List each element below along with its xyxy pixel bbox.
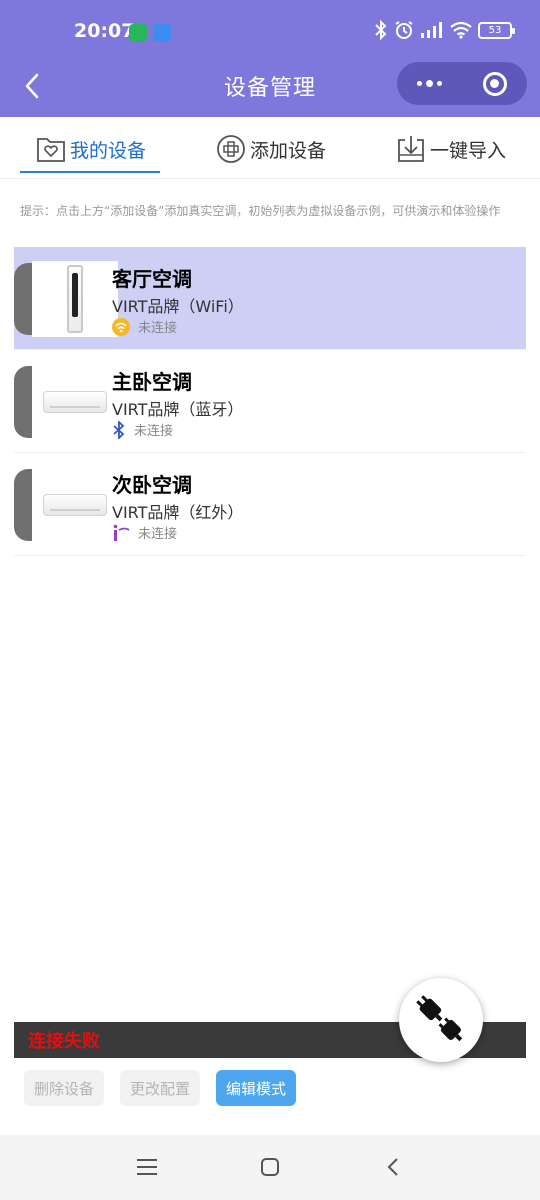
hint-text: 提示：点击上方“添加设备”添加真实空调，初始列表为虚拟设备示例，可供演示和体验操… <box>20 204 501 218</box>
connect-fab-button[interactable] <box>399 978 483 1062</box>
alarm-icon <box>395 21 413 39</box>
action-buttons: 删除设备 更改配置 编辑模式 <box>24 1070 297 1106</box>
wall-ac-image <box>43 391 107 413</box>
device-brand: VIRT品牌（红外） <box>112 503 244 522</box>
more-dot-icon <box>437 81 442 86</box>
drag-handle[interactable] <box>14 263 32 335</box>
status-bar: 20:07 53 <box>0 0 540 62</box>
wifi-icon <box>450 21 472 39</box>
change-config-button[interactable]: 更改配置 <box>120 1070 201 1106</box>
tab-add-device[interactable]: 添加设备 <box>216 129 326 169</box>
drag-handle[interactable] <box>14 469 32 541</box>
connection-status: 未连接 <box>134 424 174 439</box>
wifi-badge-icon <box>112 317 130 336</box>
connection-status: 未连接 <box>138 527 178 542</box>
device-name: 次卧空调 <box>112 473 192 497</box>
tab-import[interactable]: 一键导入 <box>396 129 506 169</box>
tab-my-devices[interactable]: 我的设备 <box>36 129 146 169</box>
battery-level: 53 <box>488 24 502 36</box>
menu-button[interactable] <box>131 1151 163 1183</box>
wall-ac-image <box>43 494 107 516</box>
device-card[interactable]: 客厅空调 VIRT品牌（WiFi） 未连接 <box>14 247 526 350</box>
connection-error-text: 连接失败 <box>28 1031 100 1052</box>
notification-app-icon-2 <box>153 24 171 42</box>
status-icons: 53 <box>374 20 515 40</box>
device-status: 未连接 <box>112 317 177 336</box>
title-bar: 设备管理 <box>0 62 540 117</box>
more-options-button[interactable] <box>397 62 462 105</box>
bluetooth-icon <box>375 20 387 40</box>
device-card[interactable]: 次卧空调 VIRT品牌（红外） 未连接 <box>14 453 526 556</box>
more-dot-icon <box>426 80 433 87</box>
device-status: 未连接 <box>112 523 177 542</box>
home-button[interactable] <box>254 1151 286 1183</box>
device-image <box>32 467 118 543</box>
delete-device-button[interactable]: 删除设备 <box>24 1070 105 1106</box>
system-back-button[interactable] <box>377 1151 409 1183</box>
device-image <box>32 261 118 337</box>
device-name: 客厅空调 <box>112 267 192 291</box>
status-time: 20:07 <box>74 20 135 42</box>
active-tab-indicator <box>20 171 160 173</box>
signal-icon <box>421 22 442 38</box>
more-dot-icon <box>417 81 422 86</box>
device-brand: VIRT品牌（蓝牙） <box>112 400 244 419</box>
connection-status: 未连接 <box>138 321 178 336</box>
tab-label: 添加设备 <box>250 139 327 162</box>
tower-ac-image <box>67 265 83 333</box>
plug-disconnected-icon <box>416 995 463 1042</box>
device-tabs: 我的设备 添加设备 一键导入 <box>0 117 540 179</box>
device-brand: VIRT品牌（WiFi） <box>112 297 244 316</box>
app-header: 20:07 53 设备管理 <box>0 0 540 117</box>
home-square-icon <box>261 1158 279 1176</box>
tab-label: 我的设备 <box>70 139 147 162</box>
tab-label: 一键导入 <box>430 139 507 162</box>
infrared-icon <box>113 524 130 541</box>
device-card[interactable]: 主卧空调 VIRT品牌（蓝牙） 未连接 <box>14 350 526 453</box>
back-chevron-icon <box>387 1158 398 1176</box>
add-circle-icon <box>217 135 245 163</box>
edit-mode-button[interactable]: 编辑模式 <box>216 1070 297 1106</box>
battery-icon: 53 <box>478 21 515 39</box>
import-icon <box>398 136 424 162</box>
miniprogram-capsule <box>397 62 527 105</box>
device-name: 主卧空调 <box>112 370 192 394</box>
drag-handle[interactable] <box>14 366 32 438</box>
close-miniprogram-button[interactable] <box>462 62 527 105</box>
bluetooth-icon <box>113 420 125 439</box>
device-folder-icon <box>37 138 65 162</box>
device-list: 客厅空调 VIRT品牌（WiFi） 未连接 主卧空调 VIRT品牌（蓝牙） 未连… <box>14 247 526 556</box>
device-status: 未连接 <box>112 420 173 439</box>
system-nav-bar <box>0 1135 540 1200</box>
target-icon <box>482 71 507 96</box>
menu-icon <box>137 1159 157 1175</box>
device-image <box>32 364 118 440</box>
notification-app-icon <box>129 24 147 42</box>
